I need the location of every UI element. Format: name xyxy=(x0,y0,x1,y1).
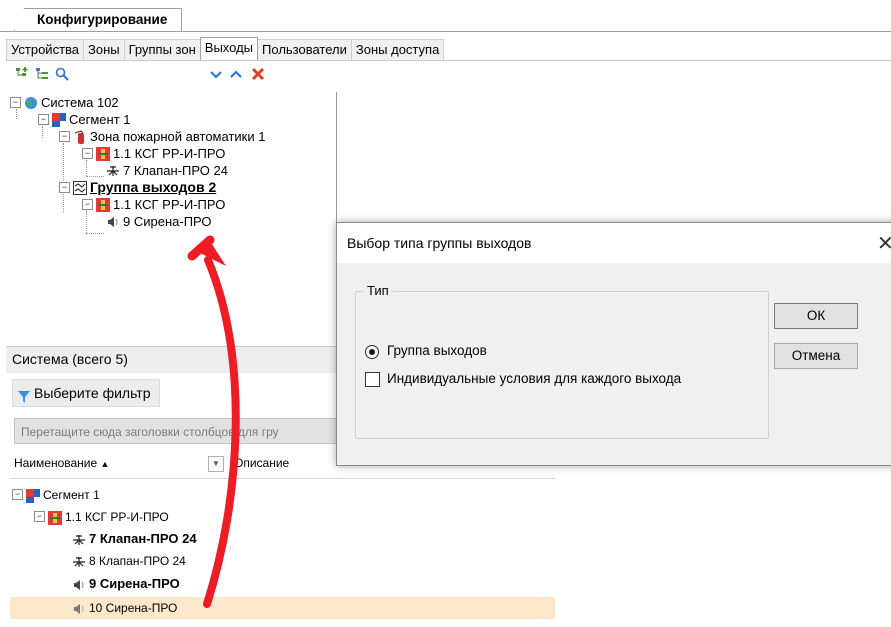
output-group-icon xyxy=(73,180,87,195)
valve-icon xyxy=(72,554,86,568)
segment-icon xyxy=(26,488,40,503)
tree-node-device[interactable]: − 1.1 КСГ РР-И-ПРО xyxy=(82,145,225,162)
search-icon[interactable] xyxy=(54,66,70,82)
subtab-outputs[interactable]: Выходы xyxy=(199,37,259,60)
tree-node-valve[interactable]: 7 Клапан-ПРО 24 xyxy=(106,162,228,179)
grid-row[interactable]: − 1.1 КСГ РР-И-ПРО xyxy=(10,506,555,528)
fire-extinguisher-icon xyxy=(73,129,87,144)
grid-row-label: 9 Сирена-ПРО xyxy=(89,576,180,591)
filter-button-label: Выберите фильтр xyxy=(34,385,151,401)
cancel-button[interactable]: Отмена xyxy=(774,343,858,369)
device-icon xyxy=(96,197,110,212)
radio-output-group-label[interactable]: Группа выходов xyxy=(387,343,487,358)
speaker-icon xyxy=(106,215,120,229)
tree-node-fire-zone[interactable]: − Зона пожарной автоматики 1 xyxy=(59,128,265,145)
tab-configuration-label: Конфигурирование xyxy=(37,12,168,27)
tree-node-label: Зона пожарной автоматики 1 xyxy=(90,129,266,144)
tree-node-siren[interactable]: 9 Сирена-ПРО xyxy=(106,213,212,230)
globe-icon xyxy=(24,96,38,110)
column-filter-dropdown[interactable]: ▼ xyxy=(208,456,224,472)
subtab-access-zones[interactable]: Зоны доступа xyxy=(350,39,445,60)
type-groupbox xyxy=(355,291,769,439)
tree-node-label: Сегмент 1 xyxy=(69,112,131,127)
grid-row[interactable]: 9 Сирена-ПРО xyxy=(10,573,555,595)
column-header-description[interactable]: Описание xyxy=(234,456,289,470)
move-up-icon[interactable] xyxy=(228,66,244,82)
subtab-zone-groups[interactable]: Группы зон xyxy=(123,39,201,60)
filter-icon xyxy=(17,386,31,404)
collapse-toggle[interactable]: − xyxy=(12,489,23,501)
grid-row-label: 10 Сирена-ПРО xyxy=(89,601,178,615)
collapse-toggle[interactable]: − xyxy=(82,199,93,211)
add-node-icon[interactable] xyxy=(14,66,30,82)
tree-node-label: Система 102 xyxy=(41,95,119,110)
device-icon xyxy=(48,510,62,525)
dialog-title: Выбор типа группы выходов xyxy=(347,235,532,251)
tree-node-device[interactable]: − 1.1 КСГ РР-И-ПРО xyxy=(82,196,225,213)
filter-button[interactable]: Выберите фильтр xyxy=(12,379,160,407)
collapse-toggle[interactable]: − xyxy=(10,97,21,109)
tree-node-label: 1.1 КСГ РР-И-ПРО xyxy=(113,197,226,212)
type-groupbox-label: Тип xyxy=(363,283,393,298)
grid-row-label: 1.1 КСГ РР-И-ПРО xyxy=(65,510,169,524)
subtab-bar: Устройства Зоны Группы зон Выходы Пользо… xyxy=(6,37,891,61)
checkbox-individual-conditions[interactable] xyxy=(365,372,380,387)
delete-icon[interactable] xyxy=(250,66,266,82)
system-panel-title: Система (всего 5) xyxy=(12,351,128,367)
output-group-type-dialog: Выбор типа группы выходов ✕ Тип Группа в… xyxy=(336,222,891,466)
device-icon xyxy=(96,146,110,161)
grid-row-selected[interactable]: 10 Сирена-ПРО xyxy=(10,597,555,619)
tree-view-icon[interactable] xyxy=(34,66,50,82)
grid-row[interactable]: 7 Клапан-ПРО 24 xyxy=(10,528,555,550)
outputs-tree: − Система 102 − Сегмент 1 − Зона пожарной а… xyxy=(6,92,337,342)
subtab-devices[interactable]: Устройства xyxy=(6,39,85,60)
tree-node-segment[interactable]: − Сегмент 1 xyxy=(38,111,131,128)
column-header-name-label: Наименование xyxy=(14,456,98,470)
grid-row-label: 7 Клапан-ПРО 24 xyxy=(89,531,197,546)
collapse-toggle[interactable]: − xyxy=(38,114,49,126)
close-icon[interactable]: ✕ xyxy=(877,231,891,256)
tree-node-label: 7 Клапан-ПРО 24 xyxy=(123,163,228,178)
speaker-icon xyxy=(72,601,86,615)
sort-asc-icon: ▲ xyxy=(100,459,110,469)
collapse-toggle[interactable]: − xyxy=(34,511,45,523)
grid-row[interactable]: 8 Клапан-ПРО 24 xyxy=(10,550,555,572)
collapse-toggle[interactable]: − xyxy=(59,131,70,143)
main-tab-underline xyxy=(0,31,891,32)
collapse-toggle[interactable]: − xyxy=(59,182,70,194)
valve-icon xyxy=(72,532,86,546)
move-down-icon[interactable] xyxy=(208,66,224,82)
grid-row[interactable]: − Сегмент 1 xyxy=(10,484,555,506)
toolbar xyxy=(6,62,891,88)
checkbox-individual-conditions-label[interactable]: Индивидуальные условия для каждого выход… xyxy=(387,371,681,386)
speaker-icon xyxy=(72,577,86,591)
tree-node-system[interactable]: − Система 102 xyxy=(10,94,119,111)
collapse-toggle[interactable]: − xyxy=(82,148,93,160)
radio-output-group[interactable] xyxy=(365,345,379,359)
tab-configuration[interactable]: Конфигурирование xyxy=(14,8,183,31)
tree-node-label: 1.1 КСГ РР-И-ПРО xyxy=(113,146,226,161)
grid-row-label: Сегмент 1 xyxy=(43,488,100,502)
segment-icon xyxy=(52,112,66,127)
tree-node-label: Группа выходов 2 xyxy=(90,179,217,195)
subtab-zones[interactable]: Зоны xyxy=(83,39,125,60)
column-header-name[interactable]: Наименование ▲ xyxy=(14,456,109,470)
ok-button[interactable]: ОК xyxy=(774,303,858,329)
grid-row-label: 8 Клапан-ПРО 24 xyxy=(89,554,186,568)
subtab-users[interactable]: Пользователи xyxy=(257,39,352,60)
valve-icon xyxy=(106,164,120,178)
tree-node-label: 9 Сирена-ПРО xyxy=(123,214,212,229)
tree-node-output-group[interactable]: − Группа выходов 2 xyxy=(59,179,216,196)
